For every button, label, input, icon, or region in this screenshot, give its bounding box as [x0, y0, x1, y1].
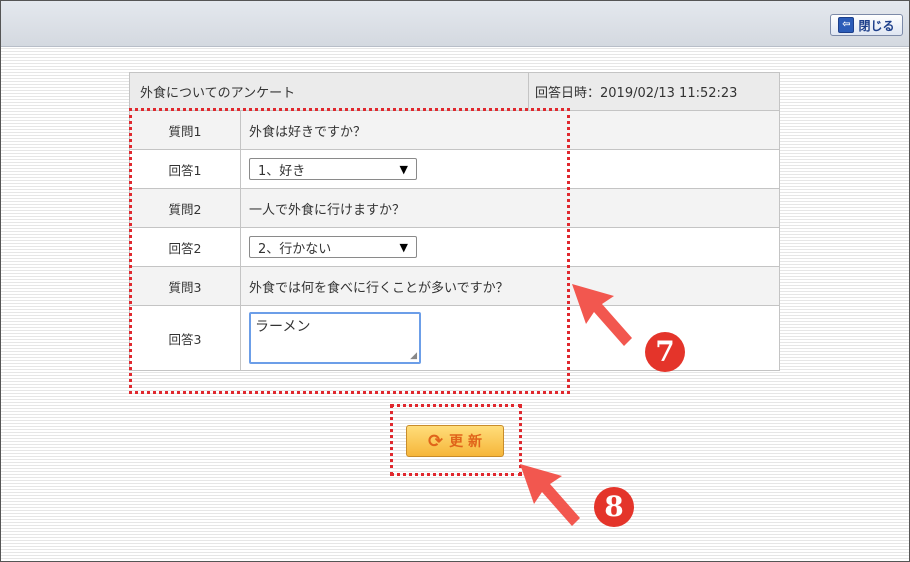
marker-7: 7	[645, 332, 685, 372]
survey-title: 外食についてのアンケート	[129, 72, 529, 111]
marker-8: 8	[594, 487, 634, 527]
close-button-label: 閉じる	[858, 18, 895, 33]
arrow-7-icon	[572, 284, 632, 346]
exit-icon: ⇦	[838, 17, 855, 33]
highlight-box-7	[129, 108, 570, 394]
top-bar: ⇦ 閉じる	[1, 1, 909, 47]
close-button[interactable]: ⇦ 閉じる	[830, 14, 903, 36]
arrow-8-icon	[520, 464, 580, 526]
highlight-box-8	[390, 404, 522, 476]
answer-datetime: 回答日時：2019/02/13 11:52:23	[528, 72, 780, 111]
